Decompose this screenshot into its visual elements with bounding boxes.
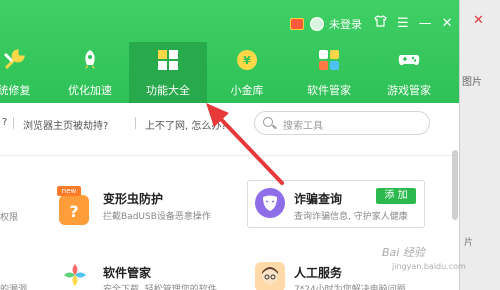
divider [13, 117, 14, 129]
mask-icon [255, 188, 285, 218]
search-placeholder: 搜索工具 [283, 121, 323, 132]
watermark: Bai 经验 [382, 246, 425, 259]
tab-game-manager[interactable]: 游戏管家 [370, 42, 448, 103]
search-tools-input[interactable]: 搜索工具 [254, 111, 430, 135]
question-link[interactable]: 上不了网, 怎么办? [145, 117, 227, 132]
tab-label: 小金库 [230, 84, 264, 97]
new-badge: new [57, 186, 81, 196]
tab-treasury[interactable]: ¥ 小金库 [208, 42, 286, 103]
rocket-icon [85, 50, 95, 69]
close-icon[interactable]: ✕ [473, 13, 484, 28]
close-icon[interactable]: ✕ [442, 14, 453, 34]
divider [0, 155, 455, 156]
avatar[interactable] [310, 17, 324, 31]
background-label: 图片 [462, 77, 482, 88]
tool-name[interactable]: 变形虫防护 [103, 190, 163, 207]
tool-desc-fragment: 的漏洞 [0, 285, 28, 290]
software-manager-icon[interactable] [60, 260, 90, 290]
gift-icon[interactable] [290, 18, 304, 30]
question-link[interactable]: ? [2, 117, 7, 128]
tab-software-manager[interactable]: 软件管家 [290, 42, 368, 103]
wrench-icon [3, 49, 25, 70]
scrollbar[interactable] [452, 150, 458, 220]
tool-desc: 查询诈骗信息, 守护家人健康 [294, 212, 408, 222]
minimize-icon[interactable]: — [419, 14, 432, 34]
tab-label: 统修复 [0, 84, 31, 97]
tab-all-functions[interactable]: 功能大全 [129, 42, 207, 103]
background-label: 片 [464, 238, 474, 248]
tab-optimize[interactable]: 优化加速 [51, 42, 129, 103]
tool-name[interactable]: 诈骗查询 [294, 190, 342, 207]
search-icon [263, 117, 273, 127]
tool-desc: 拦截BadUSB设备恶意操作 [103, 212, 211, 222]
tab-system-repair[interactable]: 统修复 [0, 42, 53, 103]
menu-icon[interactable]: ☰ [397, 14, 409, 34]
tool-name[interactable]: 人工服务 [294, 264, 342, 281]
tab-label: 功能大全 [146, 84, 190, 97]
quick-question-row: ? 浏览器主页被劫持? 上不了网, 怎么办? 搜索工具 [0, 108, 459, 138]
amoeba-shield-icon[interactable]: ? [59, 195, 89, 225]
tool-desc: 安全下载, 轻松管理您的软件 [103, 285, 217, 290]
tab-label: 优化加速 [68, 84, 112, 97]
grid-icon [158, 50, 178, 70]
login-status[interactable]: 未登录 [329, 16, 362, 32]
watermark-url: jingyan.baidu.com [392, 262, 466, 271]
svg-text:?: ? [69, 202, 78, 221]
coin-icon: ¥ [237, 50, 257, 70]
svg-text:¥: ¥ [243, 54, 251, 67]
tool-desc: 7*24小时为您解决电脑问题 [294, 285, 406, 290]
question-link[interactable]: 浏览器主页被劫持? [23, 117, 108, 132]
tab-label: 软件管家 [307, 84, 351, 97]
tool-desc-fragment: 权限 [0, 213, 19, 223]
tab-label: 游戏管家 [387, 84, 431, 97]
window-controls: 未登录 ☰ — ✕ [290, 14, 453, 34]
top-navigation-bar: 未登录 ☰ — ✕ 统修复 优化加速 功能大全 ¥ 小金库 软件管家 游戏管家 [0, 0, 459, 103]
customer-service-icon[interactable] [255, 262, 285, 290]
tool-name[interactable]: 软件管家 [103, 264, 151, 281]
add-button[interactable]: 添 加 [376, 188, 416, 204]
divider [135, 117, 136, 129]
shirt-icon[interactable] [374, 14, 387, 34]
apps-icon [319, 50, 339, 70]
gamepad-icon [398, 55, 420, 66]
